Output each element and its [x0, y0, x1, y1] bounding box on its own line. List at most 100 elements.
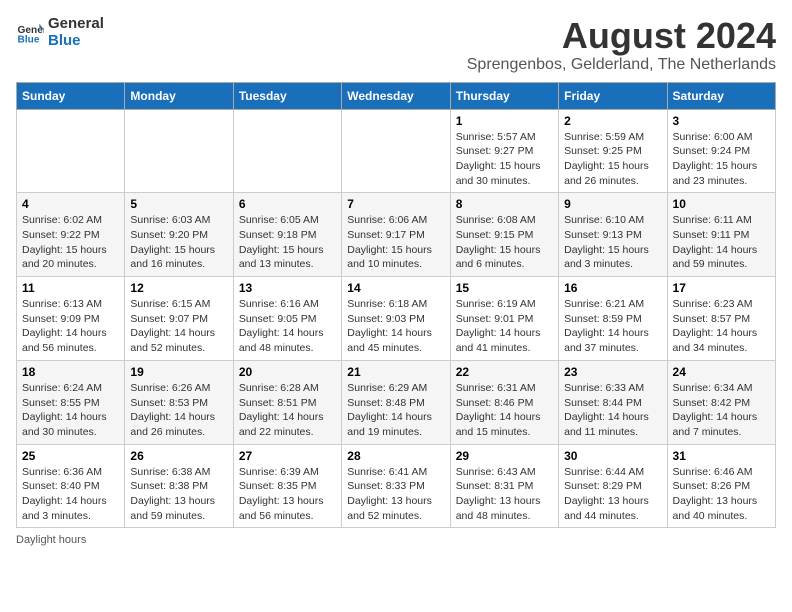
day-info: Sunrise: 6:46 AM Sunset: 8:26 PM Dayligh… [673, 465, 770, 524]
day-number: 8 [456, 197, 553, 211]
day-number: 5 [130, 197, 227, 211]
day-info: Sunrise: 6:00 AM Sunset: 9:24 PM Dayligh… [673, 130, 770, 189]
day-number: 20 [239, 365, 336, 379]
day-info: Sunrise: 5:57 AM Sunset: 9:27 PM Dayligh… [456, 130, 553, 189]
day-number: 1 [456, 114, 553, 128]
calendar-cell: 3 Sunrise: 6:00 AM Sunset: 9:24 PM Daylig… [667, 109, 775, 193]
page-header: General Blue General Blue August 2024 Sp… [16, 16, 776, 74]
day-number: 10 [673, 197, 770, 211]
calendar-cell [17, 109, 125, 193]
location-title: Sprengenbos, Gelderland, The Netherlands [467, 56, 776, 74]
day-info: Sunrise: 6:29 AM Sunset: 8:48 PM Dayligh… [347, 381, 444, 440]
day-info: Sunrise: 6:23 AM Sunset: 8:57 PM Dayligh… [673, 297, 770, 356]
calendar-cell: 12Sunrise: 6:15 AM Sunset: 9:07 PM Dayli… [125, 277, 233, 361]
svg-text:Blue: Blue [18, 34, 40, 45]
calendar-cell: 17 Sunrise: 6:23 AM Sunset: 8:57 PM Dayli… [667, 277, 775, 361]
day-info: Sunrise: 6:44 AM Sunset: 8:29 PM Dayligh… [564, 465, 661, 524]
day-number: 17 [673, 281, 770, 295]
day-number: 9 [564, 197, 661, 211]
day-number: 25 [22, 449, 119, 463]
day-header-tuesday: Tuesday [233, 82, 341, 109]
day-info: Sunrise: 6:11 AM Sunset: 9:11 PM Dayligh… [673, 213, 770, 272]
day-number: 21 [347, 365, 444, 379]
day-info: Sunrise: 6:31 AM Sunset: 8:46 PM Dayligh… [456, 381, 553, 440]
logo-general-text: General [48, 16, 104, 33]
day-info: Sunrise: 6:26 AM Sunset: 8:53 PM Dayligh… [130, 381, 227, 440]
title-area: August 2024 Sprengenbos, Gelderland, The… [467, 16, 776, 74]
day-info: Sunrise: 6:16 AM Sunset: 9:05 PM Dayligh… [239, 297, 336, 356]
calendar-cell: 29 Sunrise: 6:43 AM Sunset: 8:31 PM Dayli… [450, 444, 558, 528]
day-number: 23 [564, 365, 661, 379]
day-info: Sunrise: 6:03 AM Sunset: 9:20 PM Dayligh… [130, 213, 227, 272]
calendar-cell: 11 Sunrise: 6:13 AM Sunset: 9:09 PM Dayli… [17, 277, 125, 361]
logo: General Blue General Blue [16, 16, 104, 49]
day-info: Sunrise: 6:02 AM Sunset: 9:22 PM Dayligh… [22, 213, 119, 272]
calendar-week-row: 4 Sunrise: 6:02 AM Sunset: 9:22 PM Daylig… [17, 193, 776, 277]
calendar-cell: 15Sunrise: 6:19 AM Sunset: 9:01 PM Dayli… [450, 277, 558, 361]
day-number: 24 [673, 365, 770, 379]
calendar-cell [125, 109, 233, 193]
calendar-cell: 27Sunrise: 6:39 AM Sunset: 8:35 PM Dayli… [233, 444, 341, 528]
day-info: Sunrise: 6:19 AM Sunset: 9:01 PM Dayligh… [456, 297, 553, 356]
day-info: Sunrise: 6:13 AM Sunset: 9:09 PM Dayligh… [22, 297, 119, 356]
footer-note: Daylight hours [16, 534, 776, 546]
day-info: Sunrise: 6:33 AM Sunset: 8:44 PM Dayligh… [564, 381, 661, 440]
day-number: 27 [239, 449, 336, 463]
calendar-table: SundayMondayTuesdayWednesdayThursdayFrid… [16, 82, 776, 529]
day-number: 2 [564, 114, 661, 128]
day-header-wednesday: Wednesday [342, 82, 450, 109]
day-info: Sunrise: 6:38 AM Sunset: 8:38 PM Dayligh… [130, 465, 227, 524]
calendar-header-row: SundayMondayTuesdayWednesdayThursdayFrid… [17, 82, 776, 109]
calendar-cell: 14 Sunrise: 6:18 AM Sunset: 9:03 PM Dayli… [342, 277, 450, 361]
day-info: Sunrise: 6:18 AM Sunset: 9:03 PM Dayligh… [347, 297, 444, 356]
calendar-cell: 9 Sunrise: 6:10 AM Sunset: 9:13 PM Daylig… [559, 193, 667, 277]
day-info: Sunrise: 6:08 AM Sunset: 9:15 PM Dayligh… [456, 213, 553, 272]
calendar-cell: 4 Sunrise: 6:02 AM Sunset: 9:22 PM Daylig… [17, 193, 125, 277]
calendar-cell: 16Sunrise: 6:21 AM Sunset: 8:59 PM Dayli… [559, 277, 667, 361]
day-info: Sunrise: 6:36 AM Sunset: 8:40 PM Dayligh… [22, 465, 119, 524]
day-header-friday: Friday [559, 82, 667, 109]
day-number: 6 [239, 197, 336, 211]
calendar-cell: 18Sunrise: 6:24 AM Sunset: 8:55 PM Dayli… [17, 360, 125, 444]
day-number: 19 [130, 365, 227, 379]
calendar-cell: 26Sunrise: 6:38 AM Sunset: 8:38 PM Dayli… [125, 444, 233, 528]
day-number: 31 [673, 449, 770, 463]
day-info: Sunrise: 6:43 AM Sunset: 8:31 PM Dayligh… [456, 465, 553, 524]
day-number: 14 [347, 281, 444, 295]
calendar-cell: 22Sunrise: 6:31 AM Sunset: 8:46 PM Dayli… [450, 360, 558, 444]
calendar-week-row: 11 Sunrise: 6:13 AM Sunset: 9:09 PM Dayli… [17, 277, 776, 361]
day-number: 3 [673, 114, 770, 128]
day-number: 29 [456, 449, 553, 463]
calendar-week-row: 25 Sunrise: 6:36 AM Sunset: 8:40 PM Dayli… [17, 444, 776, 528]
calendar-cell: 21 Sunrise: 6:29 AM Sunset: 8:48 PM Dayli… [342, 360, 450, 444]
day-info: Sunrise: 6:24 AM Sunset: 8:55 PM Dayligh… [22, 381, 119, 440]
calendar-cell: 1 Sunrise: 5:57 AM Sunset: 9:27 PM Daylig… [450, 109, 558, 193]
day-info: Sunrise: 6:10 AM Sunset: 9:13 PM Dayligh… [564, 213, 661, 272]
calendar-cell: 23 Sunrise: 6:33 AM Sunset: 8:44 PM Dayli… [559, 360, 667, 444]
day-header-sunday: Sunday [17, 82, 125, 109]
calendar-week-row: 1 Sunrise: 5:57 AM Sunset: 9:27 PM Daylig… [17, 109, 776, 193]
day-info: Sunrise: 6:28 AM Sunset: 8:51 PM Dayligh… [239, 381, 336, 440]
day-number: 4 [22, 197, 119, 211]
calendar-cell: 13 Sunrise: 6:16 AM Sunset: 9:05 PM Dayli… [233, 277, 341, 361]
day-header-thursday: Thursday [450, 82, 558, 109]
day-number: 11 [22, 281, 119, 295]
calendar-cell: 30 Sunrise: 6:44 AM Sunset: 8:29 PM Dayli… [559, 444, 667, 528]
calendar-cell: 6Sunrise: 6:05 AM Sunset: 9:18 PM Daylig… [233, 193, 341, 277]
calendar-cell: 24Sunrise: 6:34 AM Sunset: 8:42 PM Dayli… [667, 360, 775, 444]
day-info: Sunrise: 6:06 AM Sunset: 9:17 PM Dayligh… [347, 213, 444, 272]
day-header-saturday: Saturday [667, 82, 775, 109]
day-info: Sunrise: 6:21 AM Sunset: 8:59 PM Dayligh… [564, 297, 661, 356]
calendar-cell: 2 Sunrise: 5:59 AM Sunset: 9:25 PM Daylig… [559, 109, 667, 193]
day-number: 12 [130, 281, 227, 295]
calendar-cell: 28Sunrise: 6:41 AM Sunset: 8:33 PM Dayli… [342, 444, 450, 528]
day-number: 30 [564, 449, 661, 463]
calendar-cell: 7Sunrise: 6:06 AM Sunset: 9:17 PM Daylig… [342, 193, 450, 277]
calendar-cell: 31 Sunrise: 6:46 AM Sunset: 8:26 PM Dayli… [667, 444, 775, 528]
day-number: 13 [239, 281, 336, 295]
day-header-monday: Monday [125, 82, 233, 109]
day-info: Sunrise: 5:59 AM Sunset: 9:25 PM Dayligh… [564, 130, 661, 189]
calendar-cell [233, 109, 341, 193]
calendar-cell: 19 Sunrise: 6:26 AM Sunset: 8:53 PM Dayli… [125, 360, 233, 444]
calendar-cell [342, 109, 450, 193]
